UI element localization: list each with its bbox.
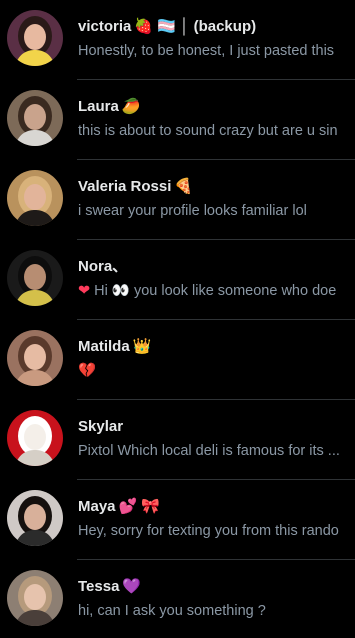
contact-name: victoria <box>78 18 132 35</box>
avatar-image <box>7 250 63 306</box>
conversation-row[interactable]: Nora、 ❤ Hi 👀 you look like someone who doe <box>0 240 355 320</box>
conversation-list: victoria 🍓 🏳️‍⚧️ │ (backup) Honestly, to b… <box>0 0 355 638</box>
avatar-image <box>7 570 63 626</box>
avatar-image <box>7 410 63 466</box>
contact-name-line: Laura 🥭 <box>78 97 355 117</box>
avatar[interactable] <box>7 410 63 466</box>
message-preview-line: i swear your profile looks familiar lol <box>78 201 355 221</box>
message-preview: i swear your profile looks familiar lol <box>78 203 307 219</box>
conversation-row[interactable]: Skylar Pixtol Which local deli is famous … <box>0 400 355 480</box>
message-preview: this is about to sound crazy but are u s… <box>78 123 338 139</box>
message-preview: Hi 👀 you look like someone who doe <box>94 283 337 299</box>
message-preview: Hey, sorry for texting you from this ran… <box>78 523 339 539</box>
avatar-image <box>7 490 63 546</box>
name-emoji-decoration: 🥭 <box>121 98 141 115</box>
conversation-row[interactable]: Tessa 💜 hi, can I ask you something ? <box>0 560 355 638</box>
contact-name: Valeria Rossi <box>78 178 172 195</box>
contact-name-line: Skylar <box>78 417 355 437</box>
contact-name: Matilda <box>78 338 130 355</box>
message-preview: hi, can I ask you something ? <box>78 603 266 619</box>
avatar[interactable] <box>7 250 63 306</box>
message-preview-line: Honestly, to be honest, I just pasted th… <box>78 41 355 61</box>
contact-name: Nora、 <box>78 258 128 275</box>
conversation-row[interactable]: victoria 🍓 🏳️‍⚧️ │ (backup) Honestly, to b… <box>0 0 355 80</box>
avatar[interactable] <box>7 330 63 386</box>
conversation-row[interactable]: Valeria Rossi 🍕 i swear your profile looks… <box>0 160 355 240</box>
avatar-image <box>7 170 63 226</box>
avatar-image <box>7 90 63 146</box>
avatar[interactable] <box>7 490 63 546</box>
contact-name-line: Nora、 <box>78 257 355 277</box>
conversation-row[interactable]: Maya 💕 🎀 Hey, sorry for texting you from t… <box>0 480 355 560</box>
avatar-image <box>7 330 63 386</box>
name-emoji-decoration: 🍓 🏳️‍⚧️ │ (backup) <box>134 18 257 35</box>
contact-name-line: Tessa 💜 <box>78 577 355 597</box>
message-preview-line: 💔 <box>78 361 355 381</box>
name-emoji-decoration: 💕 🎀 <box>118 498 161 515</box>
heart-icon: ❤ <box>78 283 91 299</box>
message-preview: 💔 <box>78 363 97 379</box>
name-emoji-decoration: 👑 <box>132 338 152 355</box>
contact-name: Tessa <box>78 578 120 595</box>
avatar-image <box>7 10 63 66</box>
avatar[interactable] <box>7 570 63 626</box>
conversation-row[interactable]: Laura 🥭 this is about to sound crazy but a… <box>0 80 355 160</box>
contact-name-line: Maya 💕 🎀 <box>78 497 355 517</box>
contact-name: Laura <box>78 98 119 115</box>
message-preview-line: ❤ Hi 👀 you look like someone who doe <box>78 281 355 301</box>
message-preview: Honestly, to be honest, I just pasted th… <box>78 43 335 59</box>
avatar[interactable] <box>7 90 63 146</box>
message-preview-line: Pixtol Which local deli is famous for it… <box>78 441 355 461</box>
contact-name-line: victoria 🍓 🏳️‍⚧️ │ (backup) <box>78 17 355 37</box>
conversation-row[interactable]: Matilda 👑 💔 <box>0 320 355 400</box>
contact-name: Skylar <box>78 418 124 435</box>
message-preview-line: this is about to sound crazy but are u s… <box>78 121 355 141</box>
name-emoji-decoration: 🍕 <box>174 178 194 195</box>
message-preview-line: hi, can I ask you something ? <box>78 601 355 621</box>
avatar[interactable] <box>7 170 63 226</box>
message-preview: Pixtol Which local deli is famous for it… <box>78 443 340 459</box>
message-preview-line: Hey, sorry for texting you from this ran… <box>78 521 355 541</box>
avatar[interactable] <box>7 10 63 66</box>
contact-name: Maya <box>78 498 116 515</box>
contact-name-line: Valeria Rossi 🍕 <box>78 177 355 197</box>
name-emoji-decoration: 💜 <box>122 578 142 595</box>
contact-name-line: Matilda 👑 <box>78 337 355 357</box>
